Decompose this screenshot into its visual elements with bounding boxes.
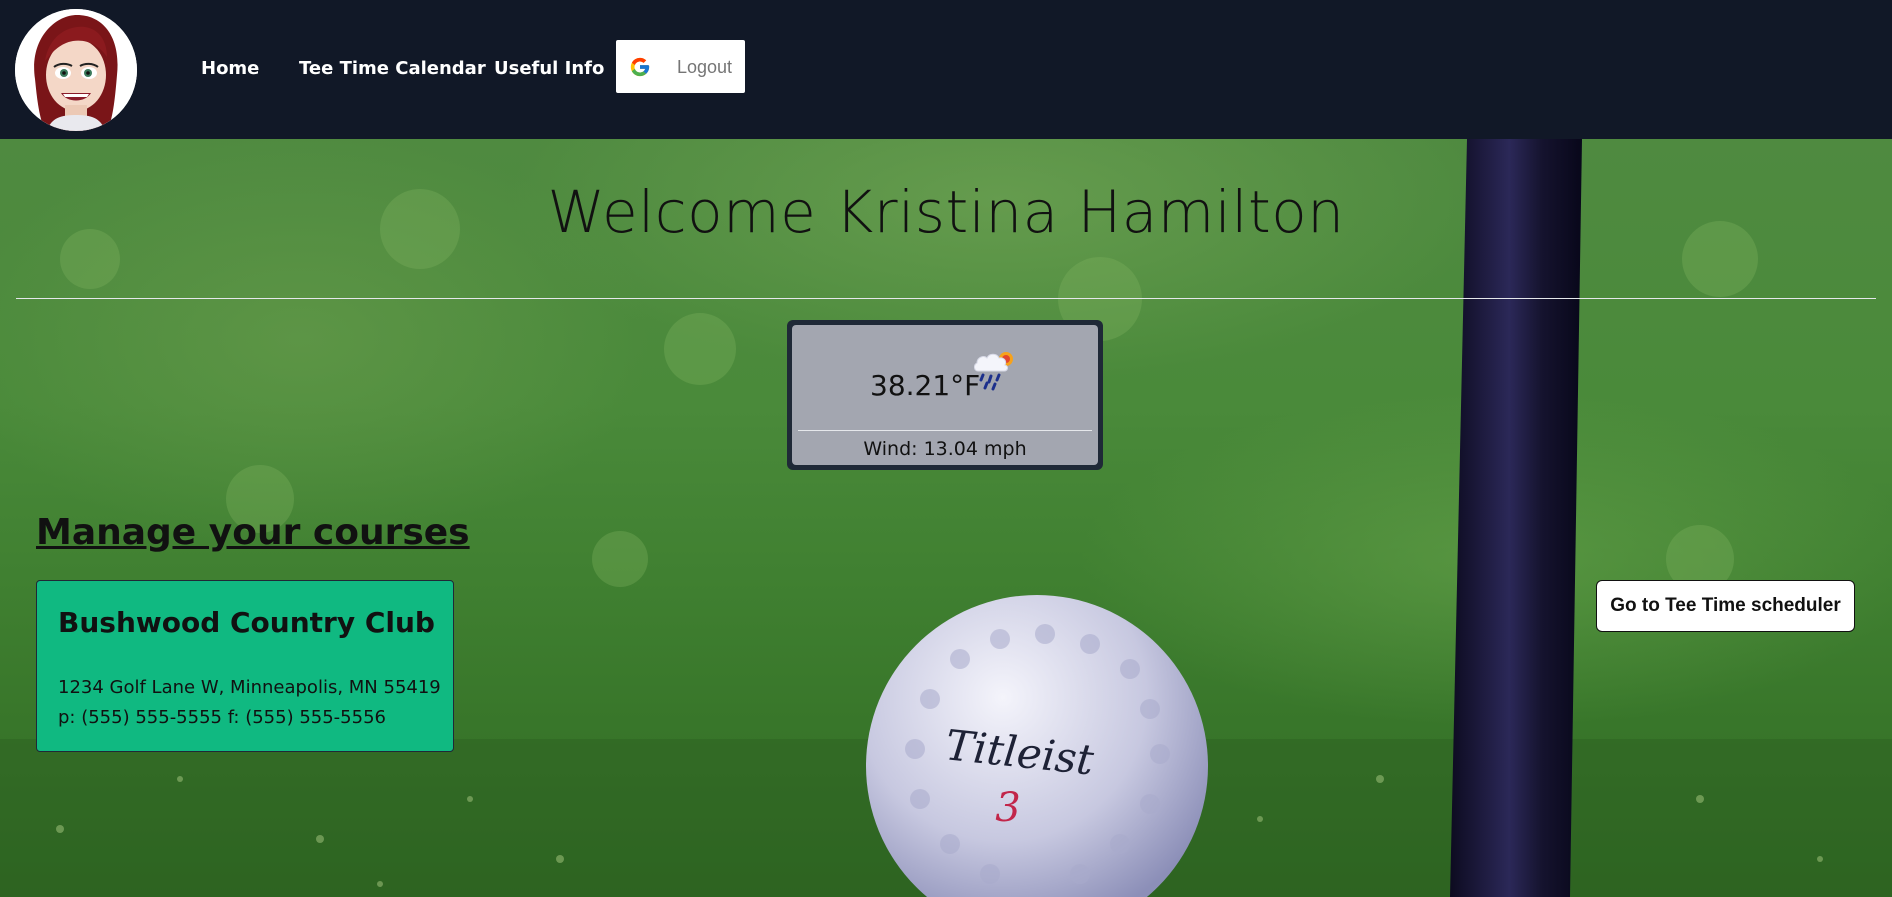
top-navigation-bar: Home Tee Time Calendar Useful Info Logou…: [0, 0, 1892, 139]
weather-divider: [798, 430, 1092, 431]
course-card[interactable]: Bushwood Country Club 1234 Golf Lane W, …: [36, 580, 454, 752]
google-logout-button[interactable]: Logout: [616, 40, 745, 93]
nav-home-link[interactable]: Home: [201, 58, 259, 79]
nav-useful-info-link[interactable]: Useful Info: [494, 58, 604, 79]
nav-tee-time-calendar-link[interactable]: Tee Time Calendar: [299, 58, 486, 79]
weather-widget: 38.21°F Wind: 13.04 mph: [787, 320, 1103, 470]
weather-wind: Wind: 13.04 mph: [863, 438, 1027, 460]
logout-label: Logout: [677, 57, 733, 77]
google-g-icon: [630, 57, 650, 77]
course-phone-fax: p: (555) 555-5555 f: (555) 555-5556: [58, 707, 386, 728]
course-address: 1234 Golf Lane W, Minneapolis, MN 55419: [58, 677, 441, 698]
tee-time-scheduler-button[interactable]: Go to Tee Time scheduler: [1596, 580, 1855, 632]
avatar[interactable]: [15, 9, 137, 131]
manage-courses-heading: Manage your courses: [36, 512, 470, 553]
weather-panel: 38.21°F Wind: 13.04 mph: [792, 325, 1098, 465]
ball-number-text: 3: [995, 785, 1020, 831]
rain-snow-sun-icon: [974, 352, 1013, 391]
course-name: Bushwood Country Club: [58, 606, 435, 639]
divider: [16, 298, 1876, 299]
welcome-heading: Welcome Kristina Hamilton: [547, 178, 1345, 246]
weather-temperature: 38.21°F: [870, 369, 981, 402]
avatar-icon: [15, 9, 137, 131]
